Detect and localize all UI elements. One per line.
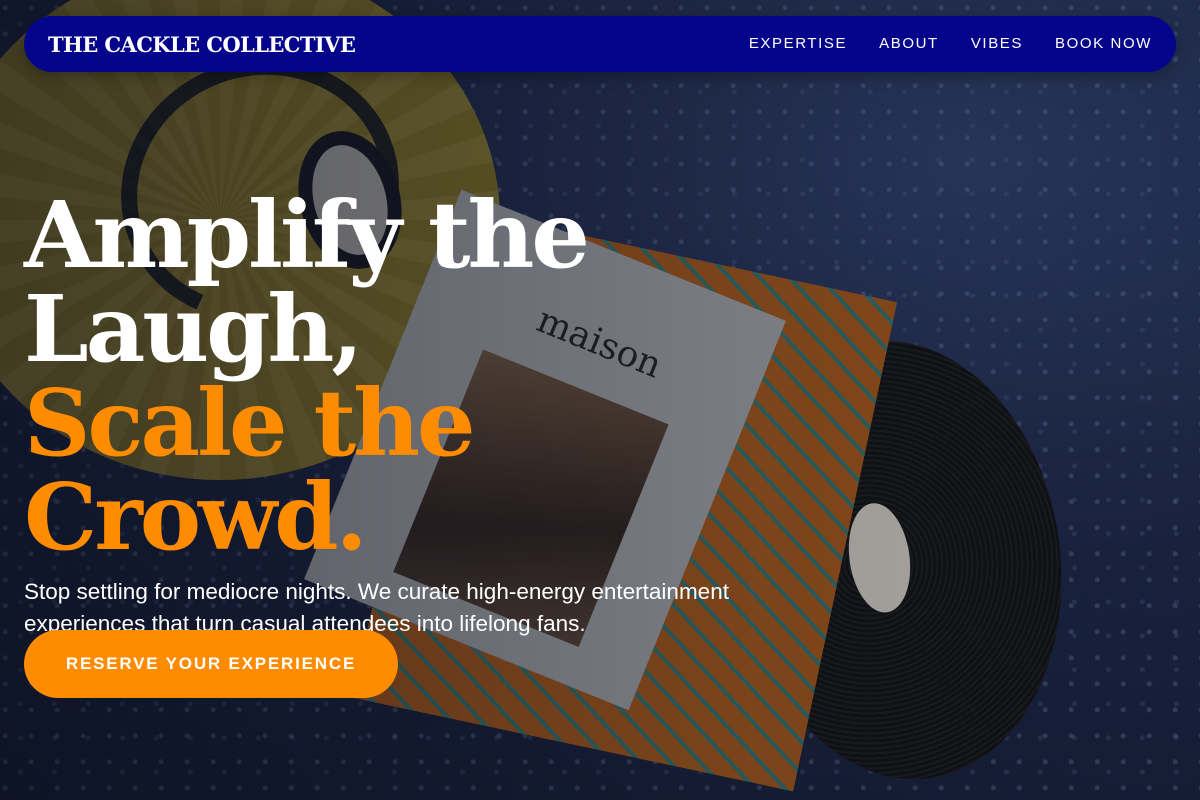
reserve-experience-button[interactable]: RESERVE YOUR EXPERIENCE bbox=[24, 630, 398, 698]
hero-section: Amplify the Laugh, Scale the Crowd. Stop… bbox=[24, 188, 824, 640]
nav-item-vibes: VIBES bbox=[971, 35, 1023, 53]
nav-links: EXPERTISE ABOUT VIBES BOOK NOW bbox=[749, 35, 1152, 53]
nav-link-about[interactable]: ABOUT bbox=[879, 35, 939, 52]
nav-item-expertise: EXPERTISE bbox=[749, 35, 847, 53]
nav-link-book-now[interactable]: BOOK NOW bbox=[1055, 35, 1152, 52]
headline-line-2: Laugh, bbox=[24, 275, 363, 383]
navbar: THE CACKLE COLLECTIVE EXPERTISE ABOUT VI… bbox=[24, 16, 1176, 72]
nav-item-book-now: BOOK NOW bbox=[1055, 35, 1152, 53]
headline-line-1: Amplify the bbox=[24, 181, 590, 289]
nav-link-expertise[interactable]: EXPERTISE bbox=[749, 35, 847, 52]
nav-item-about: ABOUT bbox=[879, 35, 939, 53]
nav-link-vibes[interactable]: VIBES bbox=[971, 35, 1023, 52]
headline-line-3: Scale the Crowd. bbox=[24, 369, 476, 571]
hero-headline: Amplify the Laugh, Scale the Crowd. bbox=[24, 188, 824, 564]
brand-logo[interactable]: THE CACKLE COLLECTIVE bbox=[48, 32, 356, 57]
